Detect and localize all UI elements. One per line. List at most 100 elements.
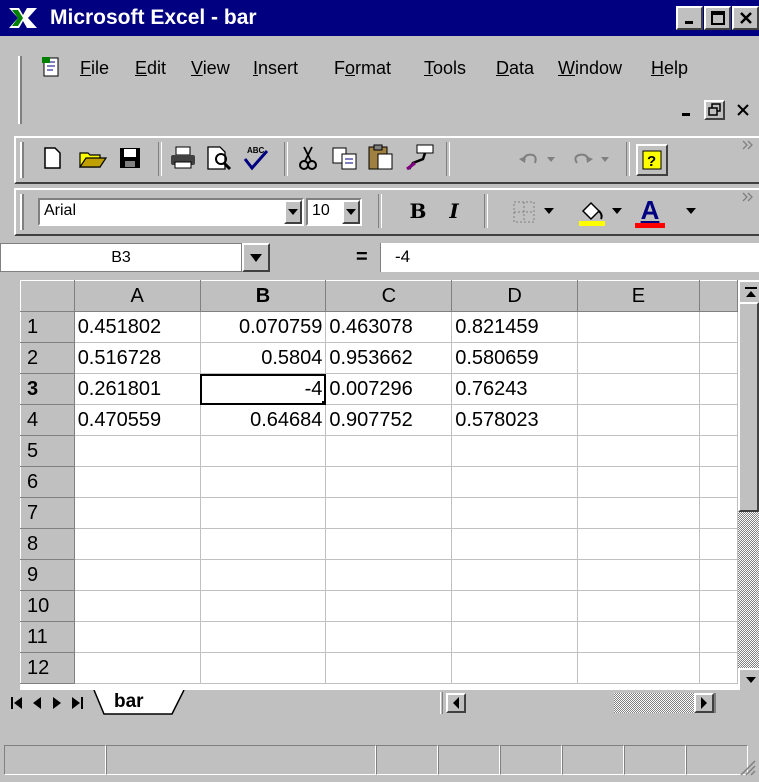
cell-c6[interactable] [325, 466, 453, 498]
save-icon[interactable] [116, 144, 144, 172]
menu-help[interactable]: Help [651, 58, 688, 79]
help-icon[interactable]: ? [636, 144, 668, 176]
first-sheet-button[interactable] [8, 693, 26, 713]
font-name-combo[interactable]: Arial [38, 198, 304, 226]
cell-a11[interactable] [73, 621, 201, 653]
font-name-dropdown-button[interactable] [284, 200, 302, 224]
cell-b4[interactable]: 0.64684 [199, 404, 327, 436]
menu-insert[interactable]: Insert [253, 58, 298, 79]
row-header[interactable]: 11 [20, 621, 75, 653]
cell-a7[interactable] [73, 497, 201, 529]
cell-d5[interactable] [451, 435, 579, 467]
worksheet-grid[interactable]: A B C D E 1 0.451802 0.070759 0.463078 0.821… [20, 280, 738, 690]
cell-c10[interactable] [325, 590, 453, 622]
toolbar-grip[interactable] [20, 194, 24, 230]
doc-close-button[interactable] [732, 100, 753, 120]
cell-f1[interactable] [698, 311, 738, 343]
font-size-dropdown-button[interactable] [342, 200, 360, 224]
menu-window[interactable]: Window [558, 58, 622, 79]
cell-a2[interactable]: 0.516728 [73, 342, 201, 374]
fill-color-dropdown-icon[interactable] [610, 204, 624, 218]
maximize-button[interactable] [704, 6, 731, 30]
cell-c1[interactable]: 0.463078 [325, 311, 453, 343]
sheet-tab-bar-active[interactable]: bar [92, 690, 192, 716]
select-all-corner[interactable] [20, 280, 75, 312]
print-icon[interactable] [168, 144, 198, 172]
cell-b12[interactable] [199, 652, 327, 684]
row-header[interactable]: 2 [20, 342, 75, 374]
menu-file[interactable]: File [80, 58, 109, 79]
row-header[interactable]: 1 [20, 311, 75, 343]
cell-b6[interactable] [199, 466, 327, 498]
borders-dropdown-icon[interactable] [542, 204, 556, 218]
column-header-f[interactable] [698, 280, 738, 312]
row-header[interactable]: 10 [20, 590, 75, 622]
cell-b10[interactable] [199, 590, 327, 622]
cell-f12[interactable] [698, 652, 738, 684]
cell-b1[interactable]: 0.070759 [199, 311, 327, 343]
cell-c5[interactable] [325, 435, 453, 467]
cell-d11[interactable] [451, 621, 579, 653]
cell-f8[interactable] [698, 528, 738, 560]
tab-split-handle[interactable] [440, 692, 443, 714]
formula-input[interactable]: -4 [380, 243, 759, 272]
document-icon[interactable] [40, 56, 64, 78]
cell-d12[interactable] [451, 652, 579, 684]
open-icon[interactable] [76, 144, 110, 172]
cell-b8[interactable] [199, 528, 327, 560]
column-header-d[interactable]: D [451, 280, 579, 312]
toolbar-options-chevron-icon[interactable] [740, 190, 756, 204]
cell-e8[interactable] [577, 528, 700, 560]
cell-f9[interactable] [698, 559, 738, 591]
cell-a5[interactable] [73, 435, 201, 467]
column-header-b[interactable]: B [199, 280, 327, 312]
cell-e7[interactable] [577, 497, 700, 529]
cell-e1[interactable] [577, 311, 700, 343]
cell-a6[interactable] [73, 466, 201, 498]
menu-format[interactable]: Format [334, 58, 391, 79]
undo-icon[interactable] [516, 148, 560, 170]
cell-e9[interactable] [577, 559, 700, 591]
doc-restore-button[interactable] [704, 100, 725, 120]
menu-tools[interactable]: Tools [424, 58, 466, 79]
cell-a4[interactable]: 0.470559 [73, 404, 201, 436]
cell-e12[interactable] [577, 652, 700, 684]
menu-view[interactable]: View [191, 58, 230, 79]
cell-f5[interactable] [698, 435, 738, 467]
cell-a1[interactable]: 0.451802 [73, 311, 201, 343]
cell-c7[interactable] [325, 497, 453, 529]
cut-icon[interactable] [294, 144, 322, 172]
cell-d8[interactable] [451, 528, 579, 560]
toolbar-grip[interactable] [20, 142, 24, 178]
fill-handle[interactable] [322, 401, 325, 404]
cell-c9[interactable] [325, 559, 453, 591]
cell-a3[interactable]: 0.261801 [73, 373, 201, 405]
cell-d6[interactable] [451, 466, 579, 498]
paste-icon[interactable] [366, 142, 396, 172]
vertical-scrollbar[interactable] [738, 280, 759, 694]
fill-color-icon[interactable] [576, 196, 608, 228]
spelling-icon[interactable]: ABC [240, 142, 270, 172]
cell-f6[interactable] [698, 466, 738, 498]
cell-a9[interactable] [73, 559, 201, 591]
resize-grip-icon[interactable] [736, 756, 756, 776]
row-header[interactable]: 12 [20, 652, 75, 684]
row-header[interactable]: 3 [20, 373, 75, 405]
menu-grip[interactable] [18, 56, 22, 124]
cell-a12[interactable] [73, 652, 201, 684]
format-painter-icon[interactable] [404, 142, 436, 172]
horizontal-scroll-track[interactable] [466, 693, 614, 713]
font-size-combo[interactable]: 10 [306, 198, 362, 226]
name-box[interactable]: B3 [0, 243, 242, 272]
scroll-left-button[interactable] [446, 693, 466, 713]
cell-f3[interactable] [698, 373, 738, 405]
cell-c3[interactable]: 0.007296 [325, 373, 453, 405]
cell-b7[interactable] [199, 497, 327, 529]
cell-b5[interactable] [199, 435, 327, 467]
scroll-thumb[interactable] [738, 302, 759, 512]
cell-e11[interactable] [577, 621, 700, 653]
cell-e4[interactable] [577, 404, 700, 436]
formula-equals-icon[interactable]: = [356, 246, 368, 269]
cell-f10[interactable] [698, 590, 738, 622]
cell-d1[interactable]: 0.821459 [451, 311, 579, 343]
